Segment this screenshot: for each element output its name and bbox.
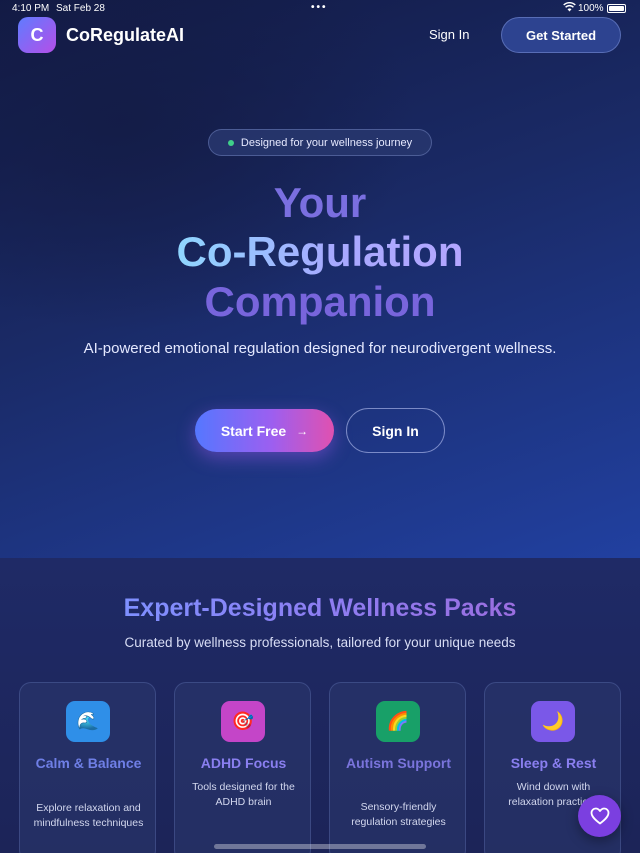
battery-icon (607, 4, 626, 13)
start-free-label: Start Free (220, 422, 287, 439)
moon-glyph: 🌙 (541, 711, 565, 731)
logo-letter: C (30, 24, 44, 45)
status-dot-icon (227, 139, 234, 146)
pack-description: Sensory-friendly regulation strategies (351, 801, 446, 828)
hero-title-line-2: Co-Regulation (0, 229, 640, 275)
target-icon: 🎯 (221, 701, 265, 742)
pack-title: ADHD Focus (200, 755, 287, 771)
favorites-button[interactable] (578, 795, 621, 837)
wifi-icon (563, 1, 576, 15)
packs-title: Expert-Designed Wellness Packs (0, 592, 640, 624)
packs-title-text: Expert-Designed Wellness Packs (123, 594, 517, 622)
start-free-button[interactable]: Start Free → (195, 409, 334, 452)
home-indicator[interactable] (214, 844, 426, 849)
battery-percent: 100% (578, 3, 604, 14)
rainbow-glyph: 🌈 (386, 711, 410, 731)
multitasking-dots-icon[interactable]: ••• (311, 2, 328, 13)
wave-icon: 🌊 (66, 701, 110, 742)
nav-sign-in-link[interactable]: Sign In (429, 27, 469, 42)
hero-description: AI-powered emotional regulation designed… (83, 340, 557, 357)
pack-card-calm[interactable]: 🌊 Calm & Balance Explore relaxation and … (19, 682, 156, 853)
pack-card-autism[interactable]: 🌈 Autism Support Sensory-friendly regula… (329, 682, 466, 853)
heart-icon (590, 807, 609, 825)
pack-title: Calm & Balance (35, 755, 142, 771)
packs-subtitle: Curated by wellness professionals, tailo… (124, 635, 516, 650)
hero-sign-in-button[interactable]: Sign In (346, 408, 445, 453)
pack-description: Tools designed for the ADHD brain (192, 781, 295, 808)
arrow-right-icon: → (296, 423, 309, 438)
badge-text: Designed for your wellness journey (240, 136, 413, 149)
get-started-button[interactable]: Get Started (501, 17, 621, 53)
rainbow-icon: 🌈 (376, 701, 420, 742)
wave-glyph: 🌊 (76, 711, 100, 731)
pack-description: Explore relaxation and mindfulness techn… (33, 802, 144, 829)
get-started-label: Get Started (525, 27, 597, 43)
status-time: 4:10 PM (12, 3, 50, 14)
pack-title: Autism Support (346, 755, 451, 771)
hero-title-line-2-text: Co-Regulation (176, 228, 464, 275)
target-glyph: 🎯 (231, 711, 255, 731)
hero-title-line-1: Your (273, 179, 367, 226)
app-logo[interactable]: C (18, 17, 56, 53)
hero-title-line-3: Companion (204, 278, 436, 325)
brand-name[interactable]: CoRegulateAI (66, 25, 184, 46)
status-bar: 4:10 PM Sat Feb 28 ••• 100% (0, 0, 640, 16)
status-date: Sat Feb 28 (56, 3, 105, 14)
hero-sign-in-label: Sign In (372, 422, 419, 439)
pack-card-adhd[interactable]: 🎯 ADHD Focus Tools designed for the ADHD… (174, 682, 311, 853)
moon-icon: 🌙 (531, 701, 575, 742)
wellness-badge: Designed for your wellness journey (208, 129, 432, 156)
pack-title: Sleep & Rest (510, 755, 597, 771)
